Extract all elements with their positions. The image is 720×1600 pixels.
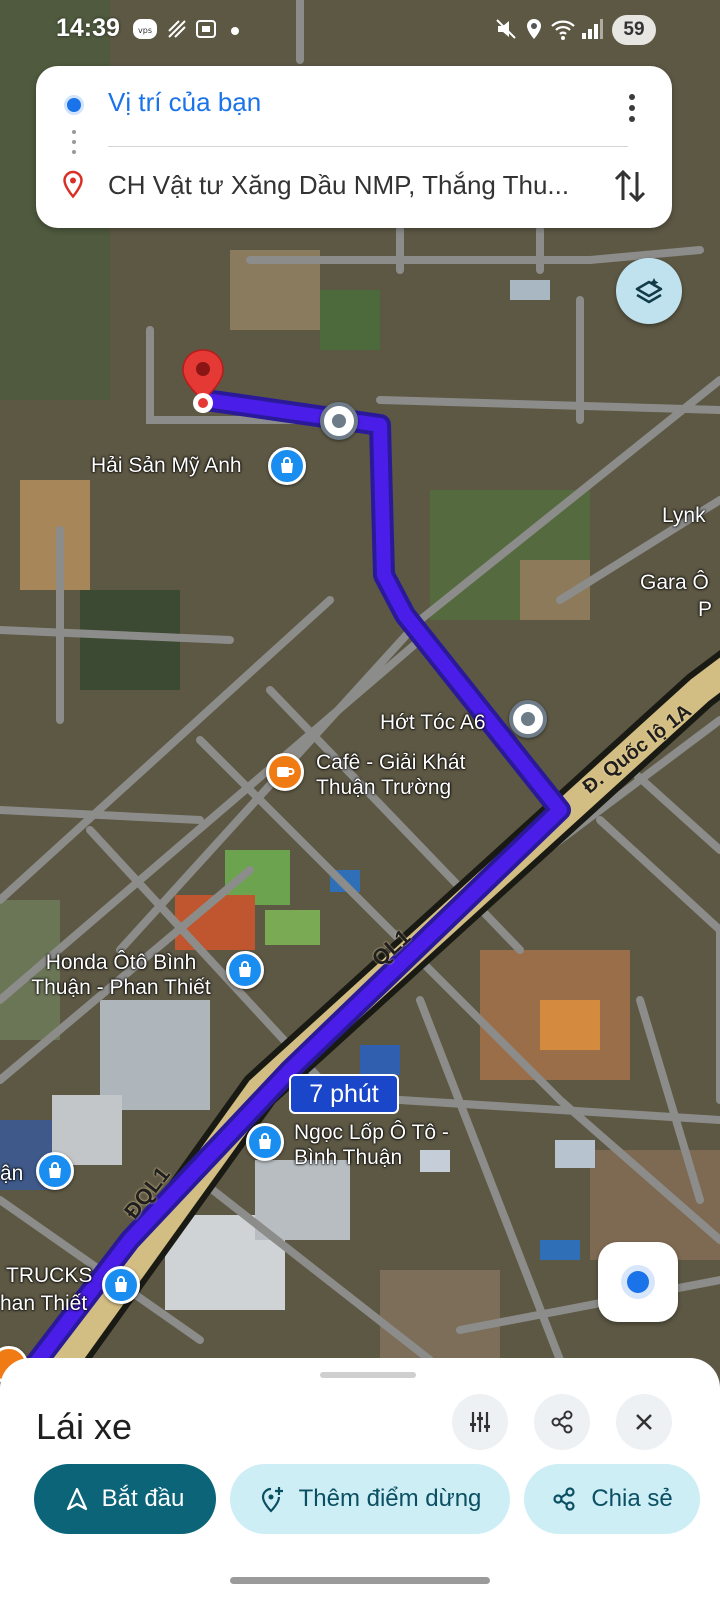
origin-field[interactable]: Vị trí của bạn	[108, 87, 261, 118]
signal-slash-icon	[168, 20, 186, 38]
start-navigation-button[interactable]: Bắt đầu	[34, 1464, 216, 1534]
destination-marker[interactable]	[180, 348, 226, 419]
battery-level: 59	[612, 15, 656, 45]
place-label-honda[interactable]: Honda Ôtô Bình Thuận - Phan Thiết	[16, 950, 226, 1000]
place-label-hot-toc[interactable]: Hớt Tóc A6	[380, 710, 486, 735]
route-connector	[72, 130, 76, 160]
screenshot-icon	[196, 20, 216, 38]
cafe-icon[interactable]	[266, 753, 304, 791]
add-location-icon	[261, 1487, 283, 1513]
drag-handle[interactable]	[320, 1372, 416, 1378]
svg-text:vps: vps	[138, 26, 152, 35]
add-stop-label: Thêm điểm dừng	[298, 1485, 482, 1512]
place-label-ngoc-lop[interactable]: Ngọc Lốp Ô Tô - Bình Thuận	[294, 1120, 469, 1170]
cell-signal-icon	[582, 19, 603, 39]
place-label-gara-2: P	[698, 598, 713, 621]
vps-app-icon: vps	[133, 19, 157, 39]
location-icon	[527, 19, 541, 39]
share-icon	[551, 1410, 573, 1434]
divider	[108, 146, 628, 147]
share-button[interactable]	[534, 1394, 590, 1450]
place-label-trucks[interactable]: TRUCKS	[6, 1263, 92, 1288]
mute-icon	[496, 19, 516, 39]
start-label: Bắt đầu	[101, 1485, 185, 1512]
origin-dot-icon	[64, 95, 84, 115]
shopping-bag-icon[interactable]	[268, 447, 306, 485]
home-indicator[interactable]	[230, 1577, 490, 1584]
duration-text: 7 phút	[309, 1079, 379, 1108]
route-options-button[interactable]	[452, 1394, 508, 1450]
options-icon	[470, 1412, 490, 1432]
destination-field[interactable]: CH Vật tư Xăng Dầu NMP, Thắng Thu...	[108, 170, 588, 201]
my-location-button[interactable]	[598, 1242, 678, 1322]
place-label-trucks-2[interactable]: han Thiết	[0, 1291, 87, 1316]
route-search-card: Vị trí của bạn CH Vật tư Xăng Dầu NMP, T…	[36, 66, 672, 228]
close-icon	[636, 1414, 652, 1430]
directions-sheet: Lái xe Bắt đầu Thêm điểm dừng Chia sẻ	[0, 1358, 720, 1600]
share-route-button[interactable]: Chia sẻ	[524, 1464, 700, 1534]
place-label-gara: Gara Ô	[640, 571, 709, 594]
close-button[interactable]	[616, 1394, 672, 1450]
shopping-bag-icon[interactable]	[102, 1266, 140, 1304]
swap-icon[interactable]	[612, 166, 648, 206]
duration-badge[interactable]: 7 phút	[289, 1074, 399, 1114]
my-location-icon	[627, 1271, 649, 1293]
shopping-bag-icon[interactable]	[246, 1123, 284, 1161]
wifi-icon	[551, 20, 575, 40]
more-options-button[interactable]	[618, 88, 646, 128]
add-stop-button[interactable]: Thêm điểm dừng	[230, 1464, 510, 1534]
location-pin-icon	[182, 349, 224, 413]
place-label-lynk: Lynk	[662, 504, 706, 527]
layers-button[interactable]	[616, 258, 682, 324]
navigation-arrow-icon	[66, 1487, 87, 1511]
share-label: Chia sẻ	[591, 1485, 673, 1512]
status-time: 14:39	[56, 14, 120, 42]
place-marker-icon[interactable]	[509, 700, 547, 738]
place-label-cafe[interactable]: Cafê - Giải Khát Thuận Trường	[316, 750, 496, 800]
place-label-edge-left: ận	[0, 1162, 24, 1185]
travel-mode-title: Lái xe	[36, 1406, 133, 1447]
shopping-bag-icon[interactable]	[36, 1152, 74, 1190]
layers-icon	[635, 278, 663, 304]
waypoint-marker-icon[interactable]	[320, 402, 358, 440]
status-bar: 14:39 vps 59	[0, 0, 720, 62]
share-icon	[553, 1487, 575, 1511]
notification-dot-icon	[231, 27, 239, 35]
place-label-hai-san[interactable]: Hải Sản Mỹ Anh	[91, 453, 242, 478]
destination-pin-icon	[63, 170, 83, 199]
shopping-bag-icon[interactable]	[226, 951, 264, 989]
